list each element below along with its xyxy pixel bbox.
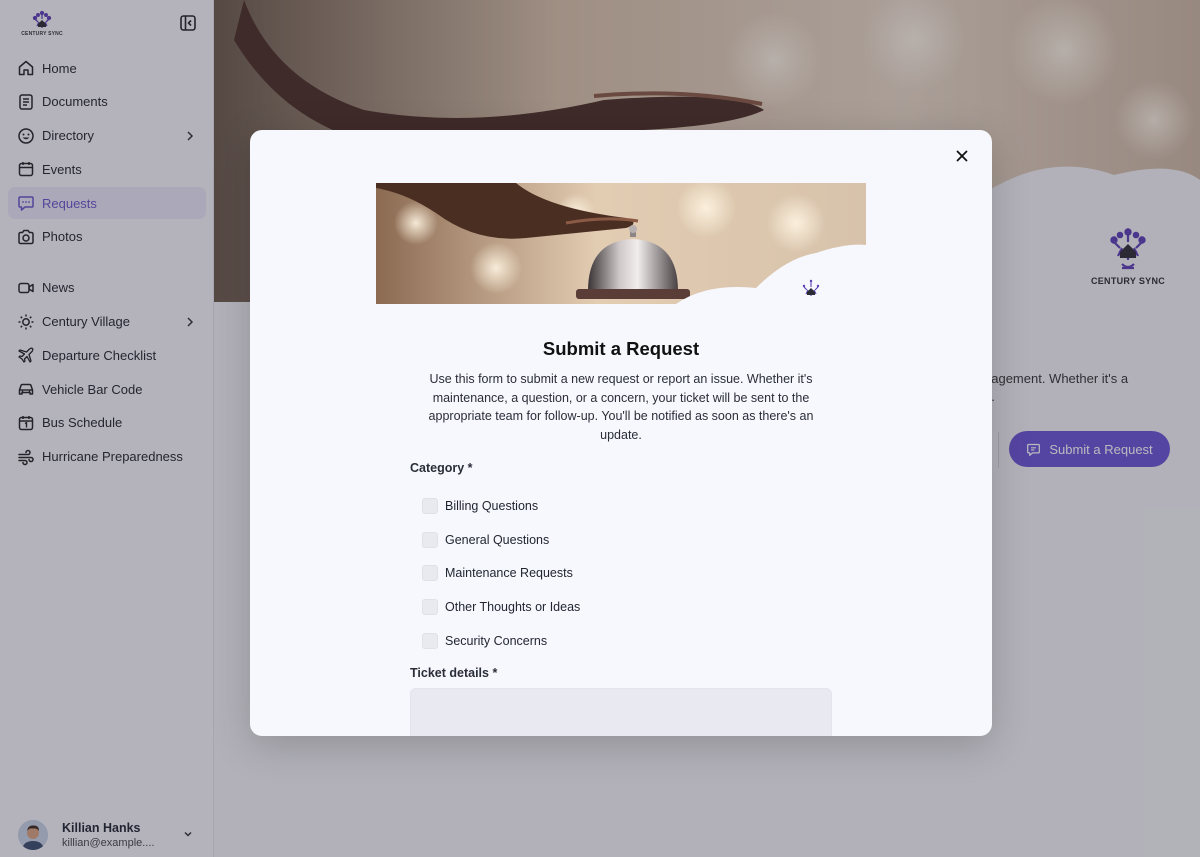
dialog-description: Use this form to submit a new request or… (428, 372, 814, 442)
ticket-details-textarea[interactable] (410, 688, 832, 736)
dialog-banner-image (376, 183, 866, 304)
category-checkbox[interactable] (422, 497, 438, 514)
category-label: Category * (410, 461, 473, 475)
category-option-label: Billing Questions (445, 498, 539, 513)
dialog-title: Submit a Request (542, 338, 700, 359)
category-option-label: Other Thoughts or Ideas (445, 600, 581, 615)
service-bell-photo (376, 183, 866, 304)
category-checkbox[interactable] (422, 633, 438, 650)
category-option-billing[interactable]: Billing Questions (422, 489, 682, 523)
category-option-other[interactable]: Other Thoughts or Ideas (422, 590, 682, 624)
category-checkbox[interactable] (422, 531, 438, 548)
close-icon[interactable] (953, 147, 971, 165)
category-checkbox[interactable] (422, 599, 438, 616)
category-option-label: Maintenance Requests (445, 566, 573, 581)
category-option-security[interactable]: Security Concerns (422, 624, 682, 658)
category-option-general[interactable]: General Questions (422, 523, 682, 557)
ticket-details-label: Ticket details * (410, 666, 498, 680)
category-option-label: General Questions (445, 532, 550, 547)
category-options: Billing Questions General Questions Main… (422, 489, 682, 658)
category-option-label: Security Concerns (445, 634, 548, 649)
submit-request-dialog: Submit a Request Use this form to submit… (250, 130, 992, 736)
category-checkbox[interactable] (422, 565, 438, 582)
category-option-maintenance[interactable]: Maintenance Requests (422, 557, 682, 591)
